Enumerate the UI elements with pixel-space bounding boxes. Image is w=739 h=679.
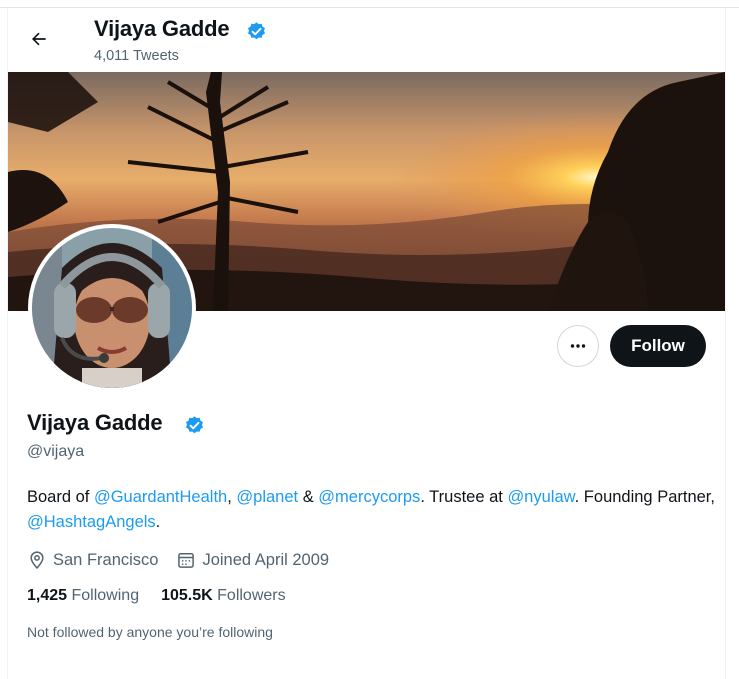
mutual-followers-text: Not followed by anyone you’re following: [27, 624, 273, 640]
more-options-button[interactable]: [557, 325, 599, 367]
mention-link-planet[interactable]: @planet: [236, 488, 298, 506]
more-horizontal-icon: [570, 344, 586, 348]
bio-text: Board of: [27, 488, 94, 506]
location-text: San Francisco: [53, 550, 159, 569]
mention-link-guardanthealth[interactable]: @GuardantHealth: [94, 488, 227, 506]
location-item: San Francisco: [27, 550, 158, 570]
profile-handle: @vijaya: [27, 443, 85, 460]
follow-button[interactable]: Follow: [610, 325, 706, 367]
profile-avatar[interactable]: [28, 224, 196, 392]
bio-text: .: [155, 513, 161, 531]
mention-link-nyulaw[interactable]: @nyulaw: [507, 488, 574, 506]
bio-text: ,: [227, 488, 237, 506]
avatar-image: [32, 228, 192, 388]
profile-name: Vijaya Gadde: [27, 410, 163, 435]
followers-link[interactable]: 105.5K Followers: [161, 587, 286, 605]
mention-link-hashtagangels[interactable]: @HashtagAngels: [27, 513, 156, 531]
bio-text: . Trustee at: [420, 488, 508, 506]
joined-item: Joined April 2009: [176, 550, 329, 570]
follow-stats: 1,425 Following 105.5K Followers: [27, 587, 308, 605]
location-pin-icon: [30, 551, 44, 569]
verified-badge-icon: [248, 22, 265, 40]
profile-bio: Board of @GuardantHealth, @planet & @mer…: [27, 485, 717, 535]
profile-meta: San Francisco Joined April 2009: [27, 548, 347, 572]
calendar-icon: [178, 553, 195, 568]
bio-text: . Founding Partner,: [574, 488, 715, 506]
profile-column: Vijaya Gadde 4,011 Tweets Follow Vijaya …: [7, 8, 726, 679]
verified-badge-icon: [186, 416, 203, 434]
followers-label: Followers: [217, 587, 286, 604]
back-button[interactable]: [22, 22, 56, 56]
profile-header-bar: Vijaya Gadde 4,011 Tweets: [8, 8, 725, 71]
following-link[interactable]: 1,425 Following: [27, 587, 139, 605]
joined-text: Joined April 2009: [202, 550, 330, 569]
following-count: 1,425: [27, 587, 68, 604]
header-title: Vijaya Gadde: [94, 16, 230, 41]
mention-link-mercycorps[interactable]: @mercycorps: [318, 488, 420, 506]
bio-text: &: [298, 488, 319, 506]
followers-count: 105.5K: [161, 587, 213, 604]
following-label: Following: [71, 587, 140, 604]
arrow-left-icon: [32, 32, 46, 46]
window-top-edge: [0, 0, 739, 8]
tweet-count: 4,011 Tweets: [94, 48, 179, 64]
